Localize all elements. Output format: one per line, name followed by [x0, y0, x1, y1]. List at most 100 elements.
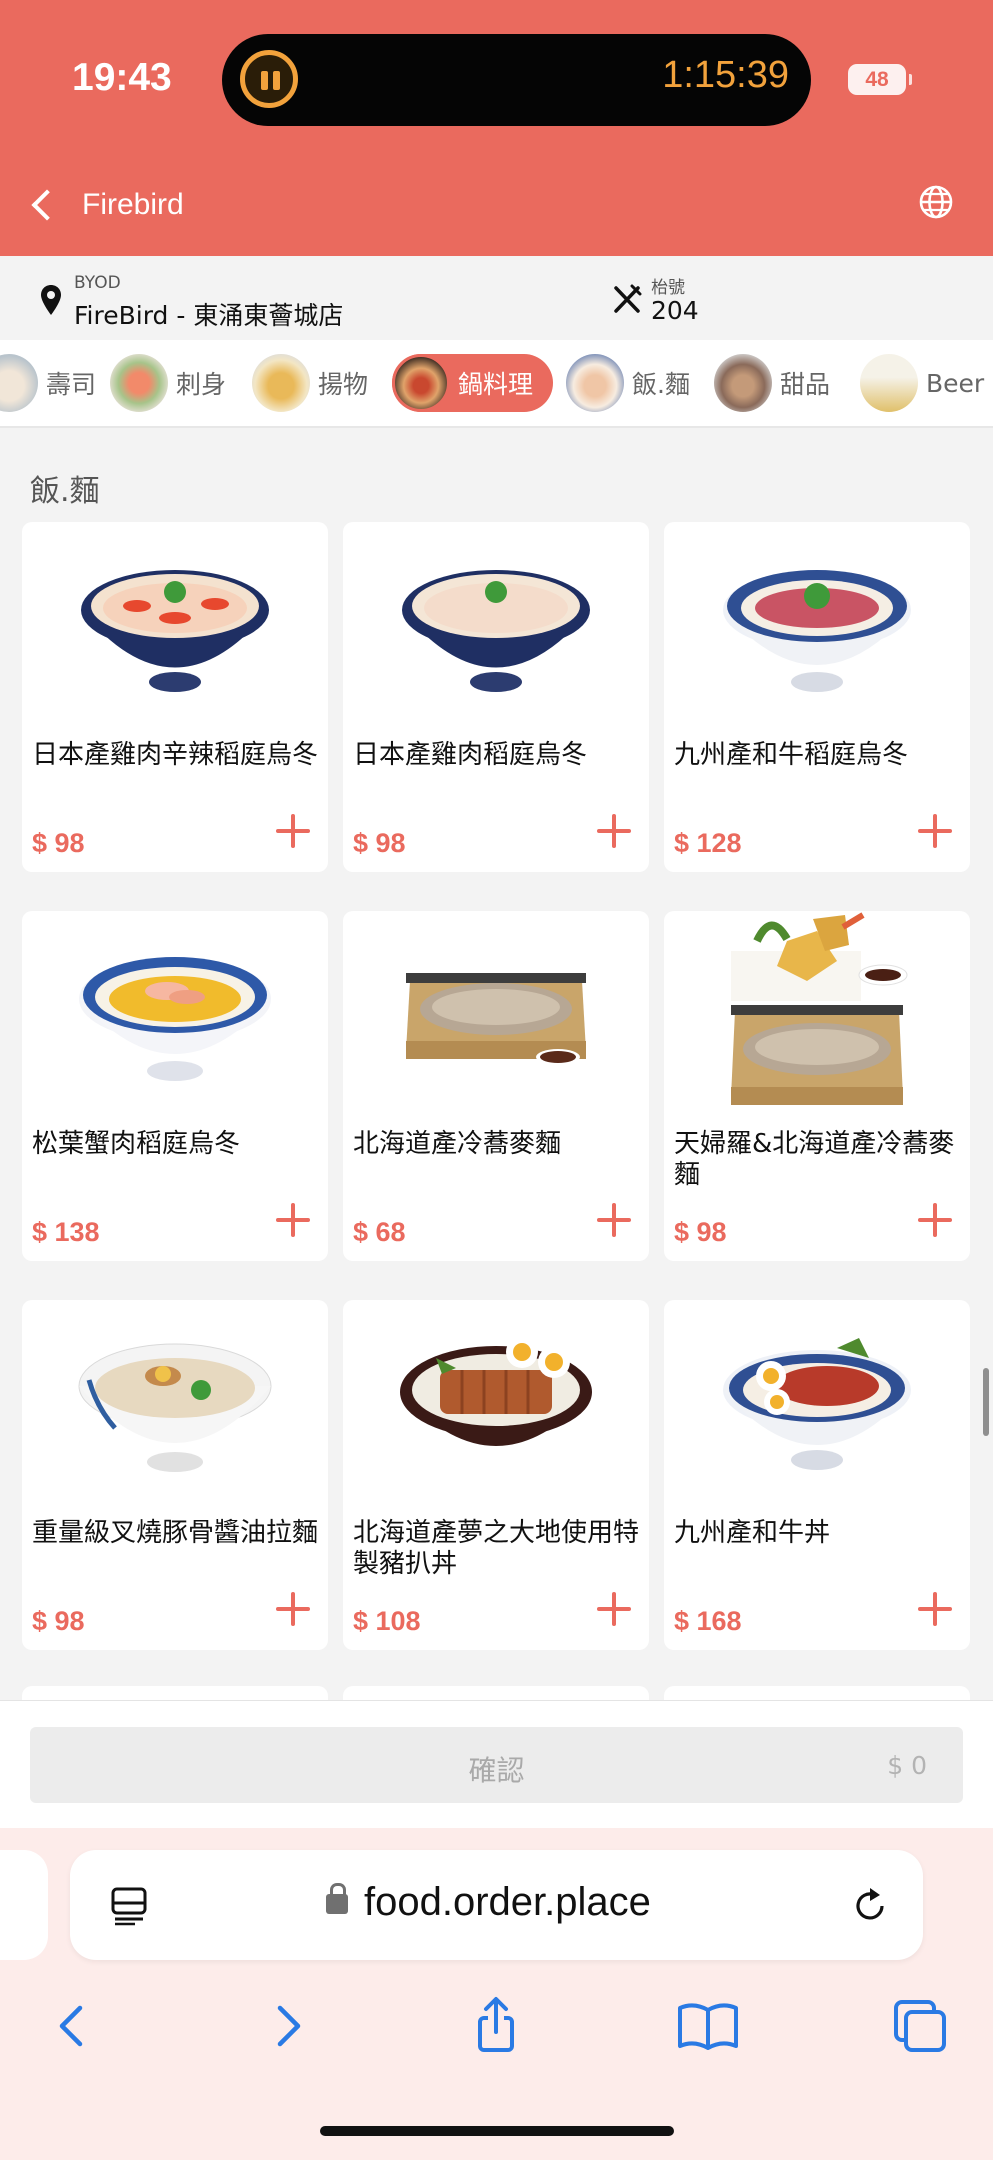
item-price: $ 98: [353, 828, 406, 858]
reload-icon[interactable]: [850, 1886, 890, 1926]
item-name: 北海道產夢之大地使用特製豬扒丼: [353, 1518, 640, 1579]
dish-image: [723, 570, 911, 692]
share-icon[interactable]: [464, 1994, 528, 2058]
item-name: 重量級叉燒豚骨醬油拉麵: [32, 1518, 319, 1548]
cart-total: $ 0: [887, 1751, 927, 1780]
globe-icon[interactable]: [918, 184, 954, 220]
add-icon[interactable]: [918, 814, 952, 848]
dish-image: [78, 1343, 272, 1472]
dish-image: [406, 973, 586, 1074]
menu-item-card[interactable]: 重量級叉燒豚骨醬油拉麵 $ 98: [22, 1300, 328, 1650]
tab-label: 揚物: [318, 370, 369, 399]
item-name: 松葉蟹肉稻庭烏冬: [32, 1129, 241, 1159]
tab-label: 鍋料理: [458, 370, 534, 399]
tab-fried[interactable]: 揚物: [252, 354, 368, 412]
previous-tab-preview[interactable]: [0, 1850, 48, 1960]
section-heading: 飯.麵: [30, 474, 100, 509]
menu-item-card[interactable]: 日本產雞肉辛辣稻庭烏冬 $ 98: [22, 522, 328, 872]
dish-image: [400, 1336, 592, 1446]
bookmarks-icon[interactable]: [676, 1994, 740, 2058]
utensils-icon: [614, 284, 642, 313]
item-price: $ 98: [32, 828, 85, 858]
menu-item-card[interactable]: 九州產和牛稻庭烏冬 $ 128: [664, 522, 970, 872]
order-info-bar: BYOD FireBird - 東涌東薈城店 枱號 204: [0, 256, 993, 340]
category-thumbnail: [392, 354, 450, 412]
add-icon[interactable]: [276, 814, 310, 848]
item-price: $ 68: [353, 1217, 406, 1247]
menu-item-card-partial: [664, 1686, 970, 1700]
tab-sushi[interactable]: 壽司: [0, 354, 96, 412]
category-strip[interactable]: 壽司 刺身 揚物 鍋料理 飯.麵 甜品 Beer: [0, 340, 993, 428]
item-price: $ 108: [353, 1606, 421, 1636]
category-thumbnail: [0, 354, 38, 412]
item-name: 日本產雞肉辛辣稻庭烏冬: [32, 740, 319, 770]
back-arrow-icon[interactable]: [24, 182, 64, 228]
category-thumbnail: [252, 354, 310, 412]
item-price: $ 98: [674, 1217, 727, 1247]
tab-label: 甜品: [780, 370, 831, 399]
add-icon[interactable]: [918, 1592, 952, 1626]
table-number: 204: [651, 296, 699, 325]
url-text: food.order.place: [364, 1880, 651, 1924]
category-thumbnail: [714, 354, 772, 412]
cart-bar: 確認 $ 0: [0, 1700, 993, 1828]
status-time: 19:43: [72, 56, 172, 99]
menu-item-card[interactable]: 日本產雞肉稻庭烏冬 $ 98: [343, 522, 649, 872]
category-thumbnail: [860, 354, 918, 412]
app-header: 19:43 1:15:39 48 Firebird: [0, 0, 993, 256]
tab-hotpot[interactable]: 鍋料理: [392, 354, 554, 412]
confirm-button[interactable]: 確認 $ 0: [30, 1727, 963, 1803]
dynamic-island[interactable]: 1:15:39: [222, 34, 811, 126]
add-icon[interactable]: [597, 1203, 631, 1237]
item-price: $ 138: [32, 1217, 100, 1247]
category-thumbnail: [110, 354, 168, 412]
add-icon[interactable]: [918, 1203, 952, 1237]
scrollbar[interactable]: [983, 1368, 989, 1436]
item-price: $ 128: [674, 828, 742, 858]
item-name: 北海道產冷蕎麥麵: [353, 1129, 562, 1159]
menu-item-card[interactable]: 松葉蟹肉稻庭烏冬 $ 138: [22, 911, 328, 1261]
menu-item-card-partial: [22, 1686, 328, 1700]
pause-icon[interactable]: [240, 50, 298, 108]
lock-icon: [326, 1883, 348, 1914]
timer-display: 1:15:39: [662, 54, 789, 96]
dish-image: [81, 570, 269, 692]
tab-sashimi[interactable]: 刺身: [110, 354, 226, 412]
dish-image: [79, 957, 271, 1081]
address-bar[interactable]: food.order.place: [70, 1850, 923, 1960]
tab-label: 飯.麵: [632, 370, 690, 399]
tab-label: 刺身: [176, 370, 227, 399]
add-icon[interactable]: [597, 814, 631, 848]
item-price: $ 98: [32, 1606, 85, 1636]
dish-image: [723, 1338, 911, 1470]
tab-label: 壽司: [46, 370, 97, 399]
battery-indicator: 48: [848, 64, 912, 95]
tab-rice-noodles[interactable]: 飯.麵: [566, 354, 690, 412]
menu-item-card[interactable]: 天婦羅&北海道產冷蕎麥麵 $ 98: [664, 911, 970, 1261]
menu-item-card[interactable]: 北海道產冷蕎麥麵 $ 68: [343, 911, 649, 1261]
forward-icon[interactable]: [256, 1994, 320, 2058]
item-name: 九州產和牛丼: [674, 1518, 831, 1548]
menu-item-card-partial: [343, 1686, 649, 1700]
page-menu-icon[interactable]: [110, 1886, 148, 1926]
add-icon[interactable]: [276, 1592, 310, 1626]
item-name: 九州產和牛稻庭烏冬: [674, 740, 909, 770]
tab-label: Beer: [926, 368, 985, 398]
dish-image: [731, 912, 908, 1105]
dish-image: [402, 570, 590, 692]
mode-label: BYOD: [74, 273, 121, 293]
category-thumbnail: [566, 354, 624, 412]
add-icon[interactable]: [597, 1592, 631, 1626]
tabs-icon[interactable]: [888, 1994, 952, 2058]
confirm-label: 確認: [468, 1754, 525, 1787]
back-icon[interactable]: [40, 1994, 104, 2058]
table-label: 枱號: [651, 278, 685, 298]
tab-dessert[interactable]: 甜品: [714, 354, 830, 412]
store-name: FireBird - 東涌東薈城店: [74, 301, 344, 330]
tab-beer[interactable]: Beer: [860, 354, 984, 412]
menu-item-card[interactable]: 九州產和牛丼 $ 168: [664, 1300, 970, 1650]
browser-toolbar: food.order.place: [0, 1828, 993, 2160]
add-icon[interactable]: [276, 1203, 310, 1237]
menu-item-card[interactable]: 北海道產夢之大地使用特製豬扒丼 $ 108: [343, 1300, 649, 1650]
home-indicator: [320, 2126, 674, 2136]
